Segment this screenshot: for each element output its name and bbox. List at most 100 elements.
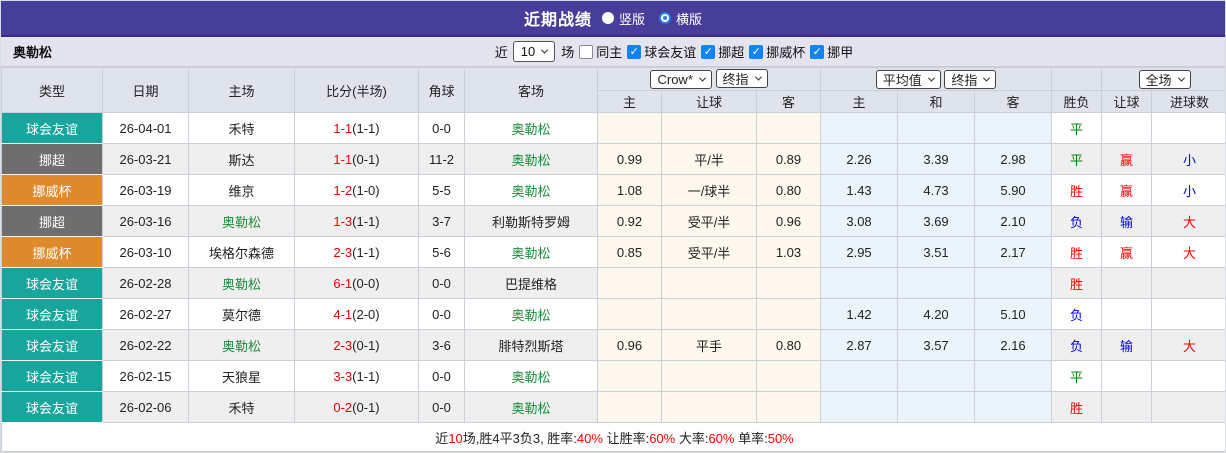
corner-cell: 5-6 bbox=[418, 236, 465, 268]
away-team-cell: 巴提维格 bbox=[464, 267, 598, 299]
odds-away-cell bbox=[755, 360, 822, 392]
odds-source-select[interactable]: Crow* bbox=[650, 70, 712, 89]
handicap-result-cell: 赢 bbox=[1101, 174, 1153, 206]
odds-away-cell bbox=[755, 391, 822, 423]
chevron-down-icon bbox=[698, 74, 706, 82]
score-cell: 1-1(1-1) bbox=[294, 112, 419, 144]
subheader-avg-draw: 和 bbox=[897, 90, 976, 113]
corner-cell: 0-0 bbox=[418, 267, 465, 299]
type-badge: 球会友谊 bbox=[1, 267, 103, 299]
odds-line-cell bbox=[661, 298, 757, 330]
avg-draw-cell bbox=[897, 112, 976, 144]
odds-line-cell bbox=[661, 391, 757, 423]
avg-home-cell bbox=[820, 391, 899, 423]
results-table: 类型 日期 主场 比分(半场) 角球 客场 Crow* 终指 平均值 终指 全场 bbox=[1, 67, 1225, 452]
same-home-checkbox[interactable] bbox=[579, 44, 594, 59]
home-team-cell: 奥勒松 bbox=[188, 205, 295, 237]
avg-home-cell bbox=[820, 267, 899, 299]
avg-away-cell: 2.98 bbox=[974, 143, 1053, 175]
date-cell: 26-02-28 bbox=[102, 267, 189, 299]
handicap-result-cell bbox=[1101, 112, 1153, 144]
table-row: 挪超 26-03-21 斯达 1-1(0-1) 11-2 奥勒松 0.99 平/… bbox=[1, 143, 1225, 175]
recent-count-select[interactable]: 10 bbox=[512, 41, 556, 62]
avg-draw-cell bbox=[897, 391, 976, 423]
avg-select[interactable]: 平均值 bbox=[875, 69, 941, 89]
layout-option-horizontal[interactable]: 横版 bbox=[659, 9, 702, 28]
type-badge: 挪威杯 bbox=[1, 236, 103, 268]
away-team-cell: 腓特烈斯塔 bbox=[464, 329, 598, 361]
scope-select[interactable]: 全场 bbox=[1138, 69, 1191, 89]
table-row: 球会友谊 26-02-27 莫尔德 4-1(2-0) 0-0 奥勒松 1.42 … bbox=[1, 298, 1225, 330]
odds-final-select[interactable]: 终指 bbox=[715, 69, 768, 88]
score-cell: 1-1(0-1) bbox=[294, 143, 419, 175]
avg-away-cell bbox=[974, 391, 1053, 423]
recent-count-value: 10 bbox=[520, 44, 536, 59]
filter-friendly-checkbox[interactable]: ✓ bbox=[627, 44, 642, 59]
filter-cup-checkbox[interactable]: ✓ bbox=[749, 44, 764, 59]
odds-away-cell: 0.80 bbox=[755, 174, 822, 206]
subheader-odds-home: 主 bbox=[597, 90, 662, 113]
handicap-result-cell bbox=[1101, 298, 1153, 330]
home-team-cell: 莫尔德 bbox=[188, 298, 295, 330]
type-badge: 球会友谊 bbox=[1, 391, 103, 423]
goals-result-cell bbox=[1151, 298, 1225, 330]
subheader-odds-away: 客 bbox=[755, 90, 822, 113]
filter-obos-label: 挪甲 bbox=[827, 45, 854, 60]
radio-horizontal-label[interactable]: 横版 bbox=[676, 9, 702, 28]
handicap-result-cell bbox=[1101, 267, 1153, 299]
results-body: 球会友谊 26-04-01 禾特 1-1(1-1) 0-0 奥勒松 平 挪超 2… bbox=[1, 112, 1225, 423]
score-cell: 2-3(1-1) bbox=[294, 236, 419, 268]
avg-home-cell: 1.42 bbox=[820, 298, 899, 330]
handicap-result-cell: 赢 bbox=[1101, 143, 1153, 175]
subheader-avg-away: 客 bbox=[974, 90, 1053, 113]
summary-segment: 近 bbox=[435, 430, 449, 446]
radio-vertical-label[interactable]: 竖版 bbox=[619, 9, 645, 28]
radio-vertical-icon[interactable] bbox=[601, 12, 614, 24]
avg-away-cell: 5.90 bbox=[974, 174, 1053, 206]
type-badge: 球会友谊 bbox=[1, 360, 103, 392]
home-team-cell: 禾特 bbox=[188, 112, 295, 144]
table-row: 球会友谊 26-02-06 禾特 0-2(0-1) 0-0 奥勒松 胜 bbox=[1, 391, 1225, 423]
goals-result-cell bbox=[1151, 360, 1225, 392]
panel-title: 近期战绩 bbox=[523, 12, 592, 29]
odds-away-cell: 1.03 bbox=[755, 236, 822, 268]
odds-select-group: Crow* 终指 bbox=[596, 67, 822, 91]
avg-home-cell: 1.43 bbox=[820, 174, 899, 206]
avg-final-select[interactable]: 终指 bbox=[944, 69, 997, 89]
radio-horizontal-icon[interactable] bbox=[659, 12, 671, 24]
date-cell: 26-03-16 bbox=[102, 205, 189, 237]
layout-option-vertical[interactable]: 竖版 bbox=[601, 9, 645, 28]
wdl-result-cell: 胜 bbox=[1051, 174, 1103, 206]
summary-segment: 10 bbox=[448, 430, 463, 446]
odds-line-cell bbox=[661, 112, 757, 144]
date-cell: 26-02-27 bbox=[102, 298, 189, 330]
away-team-cell: 奥勒松 bbox=[464, 112, 598, 144]
date-cell: 26-02-22 bbox=[102, 329, 189, 361]
odds-line-cell: 受平/半 bbox=[661, 236, 757, 268]
summary-segment: 50% bbox=[767, 430, 794, 446]
filter-obos-checkbox[interactable]: ✓ bbox=[810, 44, 825, 59]
filter-bar: 奥勒松 近 10 场 同主 ✓ 球会友谊 ✓ 挪超 ✓ 挪威杯 ✓ 挪甲 bbox=[1, 37, 1225, 67]
filter-eliteserien-checkbox[interactable]: ✓ bbox=[701, 44, 716, 59]
odds-line-cell bbox=[661, 267, 757, 299]
odds-home-cell bbox=[597, 391, 662, 423]
avg-draw-cell: 3.69 bbox=[897, 205, 976, 237]
away-team-cell: 奥勒松 bbox=[464, 360, 598, 392]
title-bar: 近期战绩 竖版 横版 bbox=[1, 1, 1225, 37]
goals-result-cell: 大 bbox=[1151, 329, 1225, 361]
team-name: 奥勒松 bbox=[13, 45, 53, 60]
goals-result-cell: 大 bbox=[1151, 205, 1225, 237]
corner-cell: 0-0 bbox=[418, 112, 465, 144]
odds-home-cell: 0.85 bbox=[597, 236, 662, 268]
summary-segment: 大率: bbox=[675, 430, 709, 446]
header-home: 主场 bbox=[188, 67, 295, 113]
score-cell: 1-3(1-1) bbox=[294, 205, 419, 237]
avg-value: 平均值 bbox=[882, 72, 922, 88]
chevron-down-icon bbox=[541, 46, 549, 54]
wdl-result-cell: 胜 bbox=[1051, 236, 1103, 268]
odds-home-cell: 0.96 bbox=[597, 329, 662, 361]
goals-result-cell bbox=[1151, 391, 1225, 423]
odds-home-cell: 1.08 bbox=[597, 174, 662, 206]
odds-away-cell bbox=[755, 112, 822, 144]
subheader-odds-line: 让球 bbox=[661, 90, 757, 113]
